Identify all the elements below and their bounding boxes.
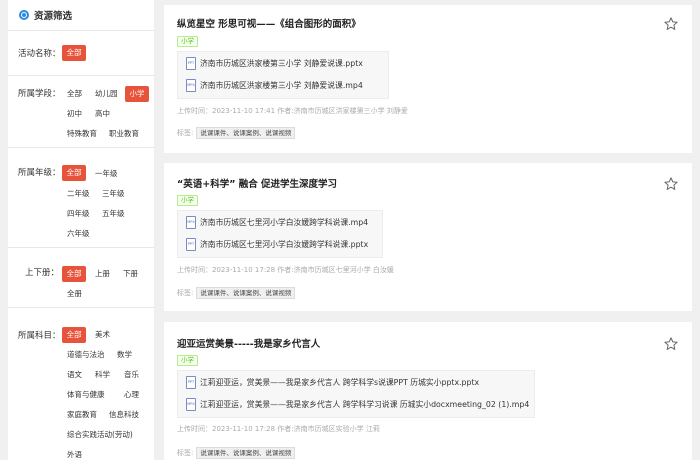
volume-option-upper[interactable]: 上册 bbox=[95, 266, 110, 282]
ppt-file-icon: PPT bbox=[186, 376, 196, 389]
filter-group-grade: 所属年级： 全部 一年级 二年级 三年级 四年级 五年级 六年级 bbox=[8, 148, 154, 248]
tags-line: 标签: 说课课件、说课案例、说课视频 bbox=[177, 447, 296, 459]
level-badge: 小学 bbox=[177, 195, 198, 206]
attachment-list: PPT 江莉迎亚运，赏美景——我是家乡代言人 跨学科学s说课PPT 历城实小pp… bbox=[177, 370, 535, 418]
subject-option-family[interactable]: 家庭教育 bbox=[67, 407, 97, 423]
star-icon[interactable] bbox=[663, 176, 679, 192]
level-badge: 小学 bbox=[177, 36, 198, 47]
filter-label-grade: 所属年级： bbox=[18, 168, 61, 178]
filter-group-activity: 活动名称： 全部 bbox=[8, 31, 154, 76]
grade-option-4[interactable]: 四年级 bbox=[67, 206, 90, 222]
filter-group-stage: 所属学段： 全部 幼儿园 小学 初中 高中 特殊教育 职业教育 bbox=[8, 76, 154, 148]
volume-option-all[interactable]: 全部 bbox=[62, 266, 86, 282]
resource-card[interactable]: “英语+科学” 融合 促进学生深度学习 小学 MP4 济南市历城区七里河小学白汝… bbox=[164, 163, 692, 311]
grade-option-5[interactable]: 五年级 bbox=[102, 206, 125, 222]
attachment-item[interactable]: MP4 江莉迎亚运，赏美景——我是家乡代言人 跨学科学习说课 历城实小docxm… bbox=[186, 398, 529, 411]
volume-option-lower[interactable]: 下册 bbox=[123, 266, 138, 282]
upload-meta: 上传时间：2023-11-10 17:41 作者:济南市历城区洪家楼第三小学 刘… bbox=[177, 107, 408, 115]
filter-label-volume: 上下册： bbox=[25, 268, 60, 278]
attachment-name[interactable]: 江莉迎亚运，赏美景——我是家乡代言人 跨学科学s说课PPT 历城实小pptx.p… bbox=[200, 377, 479, 388]
stage-option-all[interactable]: 全部 bbox=[67, 86, 82, 102]
level-badge: 小学 bbox=[177, 355, 198, 366]
attachment-list: PPT 济南市历城区洪家楼第三小学 刘静爱说课.pptx MP4 济南市历城区洪… bbox=[177, 51, 389, 99]
subject-option-chinese[interactable]: 语文 bbox=[67, 367, 82, 383]
sidebar-title: 资源筛选 bbox=[34, 11, 73, 22]
resource-title[interactable]: “英语+科学” 融合 促进学生深度学习 bbox=[177, 176, 337, 190]
ppt-file-icon: PPT bbox=[186, 57, 196, 70]
resource-title[interactable]: 迎亚运赏美景-----我是家乡代言人 bbox=[177, 336, 320, 350]
attachment-item[interactable]: MP4 济南市历城区洪家楼第三小学 刘静爱说课.mp4 bbox=[186, 79, 363, 92]
attachment-name[interactable]: 济南市历城区洪家楼第三小学 刘静爱说课.pptx bbox=[200, 58, 363, 69]
subject-option-math[interactable]: 数学 bbox=[117, 347, 132, 363]
subject-option-art[interactable]: 美术 bbox=[95, 327, 110, 343]
sidebar-header: 资源筛选 bbox=[8, 0, 154, 31]
tags-label: 标签: bbox=[177, 129, 194, 137]
activity-option-all[interactable]: 全部 bbox=[62, 45, 86, 61]
filter-label-stage: 所属学段： bbox=[18, 89, 61, 99]
star-icon[interactable] bbox=[663, 336, 679, 352]
resource-card[interactable]: 迎亚运赏美景-----我是家乡代言人 小学 PPT 江莉迎亚运，赏美景——我是家… bbox=[164, 322, 692, 460]
subject-option-morality[interactable]: 道德与法治 bbox=[67, 347, 105, 363]
mp4-file-icon: MP4 bbox=[186, 79, 196, 92]
tag-chip[interactable]: 说课课件、说课案例、说课视频 bbox=[196, 127, 296, 139]
star-icon[interactable] bbox=[663, 16, 679, 32]
tag-chip[interactable]: 说课课件、说课案例、说课视频 bbox=[196, 447, 296, 459]
attachment-name[interactable]: 济南市历城区七里河小学白汝媛跨学科说课.pptx bbox=[200, 239, 368, 250]
subject-option-science[interactable]: 科学 bbox=[95, 367, 110, 383]
stage-option-senior[interactable]: 高中 bbox=[95, 106, 110, 122]
grade-option-1[interactable]: 一年级 bbox=[95, 166, 118, 182]
tag-chip[interactable]: 说课课件、说课案例、说课视频 bbox=[196, 287, 296, 299]
stage-option-special[interactable]: 特殊教育 bbox=[67, 126, 97, 142]
subject-option-it[interactable]: 信息科技 bbox=[109, 407, 139, 423]
attachment-name[interactable]: 江莉迎亚运，赏美景——我是家乡代言人 跨学科学习说课 历城实小docxmeeti… bbox=[200, 399, 529, 410]
ppt-file-icon: PPT bbox=[186, 238, 196, 251]
filter-group-subject: 所属科目： 全部 美术 道德与法治 数学 语文 科学 音乐 体育与健康 心理 家… bbox=[8, 308, 154, 460]
grade-option-all[interactable]: 全部 bbox=[62, 165, 86, 181]
tags-label: 标签: bbox=[177, 449, 194, 457]
stage-option-kindergarten[interactable]: 幼儿园 bbox=[95, 86, 118, 102]
search-icon bbox=[19, 10, 29, 20]
tags-label: 标签: bbox=[177, 289, 194, 297]
subject-option-practice[interactable]: 综合实践活动(劳动) bbox=[67, 427, 133, 443]
subject-option-foreign[interactable]: 外语 bbox=[67, 447, 82, 460]
volume-option-full[interactable]: 全册 bbox=[67, 286, 82, 302]
filter-label-subject: 所属科目： bbox=[18, 331, 61, 341]
stage-option-vocational[interactable]: 职业教育 bbox=[109, 126, 139, 142]
tags-line: 标签: 说课课件、说课案例、说课视频 bbox=[177, 287, 296, 299]
grade-option-6[interactable]: 六年级 bbox=[67, 226, 90, 242]
stage-option-primary[interactable]: 小学 bbox=[125, 86, 149, 102]
mp4-file-icon: MP4 bbox=[186, 398, 196, 411]
subject-option-all[interactable]: 全部 bbox=[62, 327, 86, 343]
mp4-file-icon: MP4 bbox=[186, 216, 196, 229]
filter-group-volume: 上下册： 全部 上册 下册 全册 bbox=[8, 248, 154, 308]
tags-line: 标签: 说课课件、说课案例、说课视频 bbox=[177, 127, 296, 139]
attachment-item[interactable]: PPT 济南市历城区洪家楼第三小学 刘静爱说课.pptx bbox=[186, 57, 363, 70]
upload-meta: 上传时间：2023-11-10 17:28 作者:济南市历城区七里河小学 白汝媛 bbox=[177, 266, 394, 274]
filter-label-activity: 活动名称： bbox=[18, 49, 61, 59]
attachment-item[interactable]: PPT 济南市历城区七里河小学白汝媛跨学科说课.pptx bbox=[186, 238, 368, 251]
attachment-list: MP4 济南市历城区七里河小学白汝媛跨学科说课.mp4 PPT 济南市历城区七里… bbox=[177, 210, 383, 258]
resource-card[interactable]: 纵览星空 形思可视——《组合图形的面积》 小学 PPT 济南市历城区洪家楼第三小… bbox=[164, 5, 692, 153]
subject-option-pe[interactable]: 体育与健康 bbox=[67, 387, 105, 403]
stage-option-junior[interactable]: 初中 bbox=[67, 106, 82, 122]
grade-option-3[interactable]: 三年级 bbox=[102, 186, 125, 202]
attachment-name[interactable]: 济南市历城区洪家楼第三小学 刘静爱说课.mp4 bbox=[200, 80, 363, 91]
attachment-name[interactable]: 济南市历城区七里河小学白汝媛跨学科说课.mp4 bbox=[200, 217, 368, 228]
subject-option-psychology[interactable]: 心理 bbox=[124, 387, 139, 403]
attachment-item[interactable]: MP4 济南市历城区七里河小学白汝媛跨学科说课.mp4 bbox=[186, 216, 368, 229]
attachment-item[interactable]: PPT 江莉迎亚运，赏美景——我是家乡代言人 跨学科学s说课PPT 历城实小pp… bbox=[186, 376, 479, 389]
subject-option-music[interactable]: 音乐 bbox=[124, 367, 139, 383]
filter-sidebar: 资源筛选 活动名称： 全部 所属学段： 全部 幼儿园 小学 初中 高中 特殊教育… bbox=[8, 0, 154, 460]
resource-title[interactable]: 纵览星空 形思可视——《组合图形的面积》 bbox=[177, 16, 361, 30]
upload-meta: 上传时间：2023-11-10 17:28 作者:济南市历城区实验小学 江莉 bbox=[177, 425, 380, 433]
grade-option-2[interactable]: 二年级 bbox=[67, 186, 90, 202]
